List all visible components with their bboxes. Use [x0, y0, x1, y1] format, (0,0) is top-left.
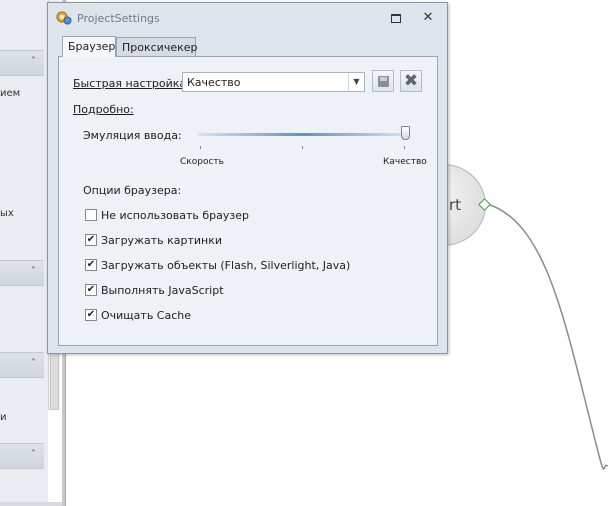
- slider-thumb[interactable]: [401, 126, 410, 140]
- slider-min-label: Скорость: [180, 157, 224, 167]
- dialog-title: ProjectSettings: [77, 12, 160, 25]
- input-emulation-label: Эмуляция ввода:: [83, 129, 182, 142]
- save-preset-button[interactable]: [372, 70, 394, 92]
- checkbox[interactable]: [85, 209, 97, 221]
- option-label: Загружать объекты (Flash, Silverlight, J…: [101, 259, 351, 272]
- delete-preset-button[interactable]: ✖: [400, 70, 422, 92]
- browser-settings-panel: Быстрая настройка: Качество ▼ ✖ Подробно…: [58, 56, 438, 346]
- flow-node-label: rt: [449, 196, 462, 214]
- option-label: Очищать Cache: [101, 309, 192, 322]
- checkbox[interactable]: ✔: [85, 284, 97, 296]
- checkbox[interactable]: ✔: [85, 234, 97, 246]
- restore-button[interactable]: [389, 11, 403, 25]
- option-label: Загружать картинки: [101, 234, 223, 247]
- tab-proxy-checker[interactable]: Проксичекер: [116, 37, 198, 56]
- settings-app-icon: [56, 11, 72, 25]
- slider-tick: [404, 146, 405, 149]
- quick-setup-value: Качество: [187, 76, 241, 89]
- chevron-down-icon[interactable]: ▼: [348, 73, 364, 91]
- tab-browser[interactable]: Браузер: [62, 36, 116, 57]
- quick-setup-select[interactable]: Качество ▼: [182, 72, 365, 92]
- project-settings-dialog: ProjectSettings ✕ Браузер Проксичекер Бы…: [47, 2, 448, 354]
- quick-setup-label: Быстрая настройка:: [73, 77, 190, 90]
- dialog-titlebar[interactable]: ProjectSettings ✕: [48, 3, 447, 33]
- slider-tick: [302, 146, 303, 149]
- close-icon: ✕: [422, 10, 434, 25]
- input-emulation-slider[interactable]: [198, 133, 408, 136]
- option-label: Не использовать браузер: [101, 209, 249, 222]
- slider-max-label: Качество: [383, 157, 427, 167]
- delete-x-icon: ✖: [403, 71, 419, 91]
- checkbox[interactable]: ✔: [85, 309, 97, 321]
- details-label: Подробно:: [73, 103, 134, 116]
- restore-icon: [391, 14, 401, 23]
- browser-options-label: Опции браузера:: [83, 184, 182, 197]
- slider-tick: [200, 146, 201, 149]
- save-disk-icon: [378, 76, 389, 87]
- option-label: Выполнять JavaScript: [101, 284, 224, 297]
- close-button[interactable]: ✕: [421, 11, 435, 25]
- checkbox[interactable]: ✔: [85, 259, 97, 271]
